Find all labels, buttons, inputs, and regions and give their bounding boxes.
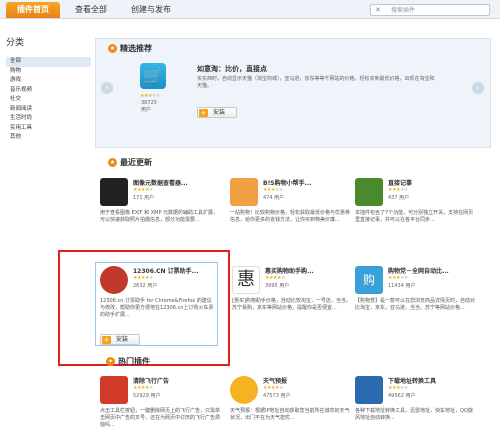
sidebar-item-shopping[interactable]: 购物 bbox=[6, 67, 91, 77]
plugin-card[interactable]: 惠 惠买购物助手购... ★★★★★ 3995 用户 [惠买]购物助手价格，自动… bbox=[232, 266, 357, 336]
plugin-card[interactable]: 天气预报 ★★★★★ 47573 用户 天气预报：根据IP地址自动获取您当前所在… bbox=[230, 376, 355, 444]
prev-arrow-icon[interactable]: ‹ bbox=[101, 82, 113, 94]
plugin-name[interactable]: B!S购物小帮手... bbox=[263, 178, 311, 187]
plugin-name[interactable]: 惠买购物助手购... bbox=[265, 266, 314, 275]
star-badge-icon: ★ bbox=[108, 44, 117, 53]
plugin-name[interactable]: 12306.CN 订票助手... bbox=[133, 266, 199, 275]
plugin-users: 437 用户 bbox=[388, 195, 410, 201]
tab-plugins-home[interactable]: 插件首页 bbox=[6, 2, 60, 18]
calligraphy-logo-icon: 惠 bbox=[232, 266, 260, 294]
rating-stars: ★★★★★ bbox=[388, 275, 408, 281]
featured-rating: ★★★★★ bbox=[140, 92, 160, 99]
sidebar-item-lifestyle[interactable]: 生活时尚 bbox=[6, 114, 91, 124]
plugin-card[interactable]: 图像元数据查看器... ★★★★★ 171 用户 用于查看图像 EXIF 和 X… bbox=[100, 178, 225, 248]
plugin-name[interactable]: 直接记事 bbox=[388, 178, 412, 187]
sidebar-item-social[interactable]: 社交 bbox=[6, 95, 91, 105]
plugin-desc: [惠买]购物助手价格，自动比较淘宝，一号店，当当，苏宁易购，京东等网站价格，提醒… bbox=[232, 298, 351, 311]
rating-stars: ★★★★★ bbox=[133, 385, 153, 391]
tab-view-all[interactable]: 查看全部 bbox=[68, 2, 114, 18]
next-arrow-icon[interactable]: › bbox=[472, 82, 484, 94]
rating-stars: ★★★★★ bbox=[133, 275, 153, 281]
rating-stars: ★★★★★ bbox=[263, 385, 283, 391]
gou-logo-icon: 购 bbox=[355, 266, 383, 294]
plugin-name[interactable]: 图像元数据查看器... bbox=[133, 178, 188, 187]
plugin-desc: 12306.cn 订票助手 for Chrome&Firefox 的建议与修改，… bbox=[100, 298, 214, 318]
plugin-card[interactable]: 清除飞行广告 ★★★★★ 52929 用户 点击工具栏按钮，一键删除网页上的飞行… bbox=[100, 376, 225, 444]
plugin-name[interactable]: 天气预报 bbox=[263, 376, 287, 385]
rating-stars: ★★★★★ bbox=[388, 385, 408, 391]
plugin-users: 474 用户 bbox=[263, 195, 285, 201]
featured-heading: ★ 精选推荐 bbox=[108, 44, 152, 53]
install-button[interactable]: + 安装 bbox=[100, 334, 140, 345]
plugin-desc: 天气预报：根据IP地址自动获取您当前所在城市的天气状况，出门不在为天气担忧... bbox=[230, 408, 350, 421]
plugin-desc: 各种下载地址转换工具，迅雷地址，快车地址，QQ旋风地址自动转换... bbox=[355, 408, 473, 421]
plugin-users: 47573 用户 bbox=[263, 393, 291, 399]
plugin-card[interactable]: 直接记事 ★★★★★ 437 用户 本插件包含了7个功能，可分别独立开关，支持在… bbox=[355, 178, 480, 248]
rating-stars: ★★★★★ bbox=[263, 187, 283, 193]
plugin-card[interactable]: 下载地址转换工具 ★★★★★ 49562 用户 各种下载地址转换工具，迅雷地址，… bbox=[355, 376, 480, 444]
sidebar-item-all[interactable]: 全部 bbox=[6, 57, 91, 67]
camera-icon bbox=[100, 178, 128, 206]
clear-icon[interactable]: ✕ bbox=[375, 5, 381, 16]
rating-stars: ★★★★★ bbox=[388, 187, 408, 193]
train-ticket-icon bbox=[100, 266, 128, 294]
plugin-card[interactable]: 12306.CN 订票助手... ★★★★★ 2632 用户 12306.cn … bbox=[100, 266, 225, 336]
plugin-desc: 点击工具栏按钮，一键删除网页上的飞行广告，只需单击网页中广告的叉号，还在为网页中… bbox=[100, 408, 221, 428]
plugin-desc: 本插件包含了7个功能，可分别独立开关，支持在网页里直接记事，并可以在各平台同步.… bbox=[355, 210, 474, 223]
sidebar-item-tools[interactable]: 实用工具 bbox=[6, 124, 91, 134]
note-icon bbox=[355, 178, 383, 206]
plugin-desc: 用于查看图像 EXIF 和 XMP 元数据的辅助工具扩展，可以快速获取照片拍摄信… bbox=[100, 210, 219, 223]
hot-heading: ✦ 热门插件 bbox=[106, 357, 150, 366]
sidebar-item-news[interactable]: 新闻阅读 bbox=[6, 105, 91, 115]
sidebar-title: 分类 bbox=[6, 38, 25, 48]
search-placeholder: 搜索插件 bbox=[391, 7, 416, 14]
plugin-users: 11434 用户 bbox=[388, 283, 416, 289]
rating-stars: ★★★★★ bbox=[133, 187, 153, 193]
plugin-users: 3995 用户 bbox=[265, 283, 290, 289]
featured-users-count: 38725 bbox=[141, 100, 157, 106]
sidebar-item-games[interactable]: 游戏 bbox=[6, 76, 91, 86]
plugin-name[interactable]: 购物党－全网自动比... bbox=[388, 266, 449, 275]
search-input[interactable]: ✕ 搜索插件 bbox=[370, 4, 490, 16]
plugin-card[interactable]: B!S购物小帮手... ★★★★★ 474 用户 一站购物！比较购物价格，轻松获… bbox=[230, 178, 355, 248]
featured-name[interactable]: 如意淘：比价，直接点 bbox=[197, 64, 267, 74]
plugin-name[interactable]: 清除飞行广告 bbox=[133, 376, 169, 385]
plugin-name[interactable]: 下载地址转换工具 bbox=[388, 376, 436, 385]
sidebar-item-music-video[interactable]: 音乐视频 bbox=[6, 86, 91, 96]
plugin-card[interactable]: 购 购物党－全网自动比... ★★★★★ 11434 用户 【购物党】是一款可以… bbox=[355, 266, 480, 336]
plane-icon bbox=[100, 376, 128, 404]
plugin-users: 52929 用户 bbox=[133, 393, 161, 399]
star-badge-icon: ★ bbox=[108, 158, 117, 167]
top-nav-bar: 插件首页 查看全部 创建与发布 ✕ 搜索插件 bbox=[0, 0, 500, 19]
plus-icon: + bbox=[102, 336, 111, 344]
shopping-cart-icon: 🛒 bbox=[140, 63, 166, 89]
fire-icon: ✦ bbox=[106, 357, 115, 366]
featured-users-label: 用户 bbox=[141, 107, 152, 113]
latest-heading: ★ 最近更新 bbox=[108, 158, 152, 167]
plus-icon: + bbox=[199, 109, 208, 117]
rating-stars: ★★★★★ bbox=[140, 93, 160, 99]
shopping-bag-icon bbox=[230, 178, 258, 206]
plugin-desc: 【购物党】是一款可以在您浏览商品详情页时，自动对比淘宝，京东，亚马逊，当当，苏宁… bbox=[355, 298, 476, 311]
featured-install-button[interactable]: + 安装 bbox=[197, 107, 237, 118]
plugin-desc: 一站购物！比较购物价格，轻松获取最低价格与优惠券信息，给你更多的省钱方法，让你买… bbox=[230, 210, 351, 223]
plugin-users: 2632 用户 bbox=[133, 283, 158, 289]
tab-create-publish[interactable]: 创建与发布 bbox=[122, 2, 180, 18]
sun-icon bbox=[230, 376, 258, 404]
plugin-users: 49562 用户 bbox=[388, 393, 416, 399]
featured-desc: 买东西时，自动显示天猫（淘宝商城），亚马逊，京东等等千网站的价格，轻松买到最低价… bbox=[197, 76, 435, 89]
sidebar-item-other[interactable]: 其他 bbox=[6, 133, 91, 143]
plugin-users: 171 用户 bbox=[133, 195, 155, 201]
category-list: 全部 购物 游戏 音乐视频 社交 新闻阅读 生活时尚 实用工具 其他 bbox=[6, 57, 91, 143]
rating-stars: ★★★★★ bbox=[265, 275, 285, 281]
download-arrow-icon bbox=[355, 376, 383, 404]
